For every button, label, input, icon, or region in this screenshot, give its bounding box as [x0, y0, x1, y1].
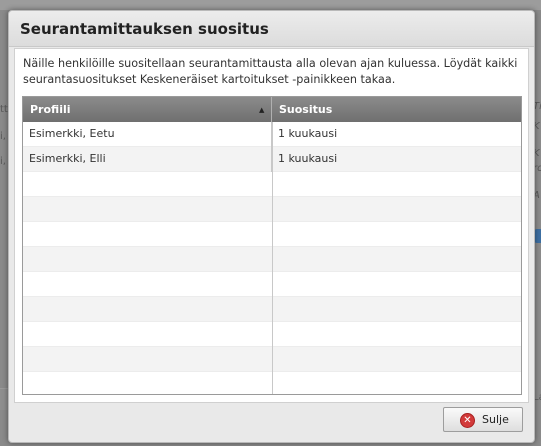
recommendation-cell: 1 kuukausi [278, 127, 338, 140]
column-header-recommendation[interactable]: Suositus [272, 97, 521, 122]
dialog-title: Seurantamittauksen suositus [20, 20, 269, 38]
background-left-text: tt [0, 104, 8, 115]
intro-text: Näille henkilöille suositellaan seuranta… [23, 57, 518, 86]
dialog-header[interactable]: Seurantamittauksen suositus [9, 11, 534, 47]
column-header-profile[interactable]: Profiili [23, 97, 272, 122]
recommendation-grid: Profiili ▲ Suositus Esimerkki, Eetu 1 ku… [22, 96, 522, 395]
background-left-text: i, [0, 131, 6, 142]
background-left-text: i, [0, 156, 6, 167]
info-icon [534, 229, 541, 243]
column-divider [272, 122, 273, 394]
background-top-strip [0, 0, 541, 10]
column-header-profile-label: Profiili [30, 103, 71, 116]
grid-header: Profiili ▲ Suositus [23, 97, 521, 122]
column-header-recommendation-label: Suositus [279, 103, 333, 116]
profile-cell: Esimerkki, Eetu [23, 122, 272, 147]
sort-ascending-icon[interactable]: ▲ [259, 106, 264, 114]
close-button-label: Sulje [482, 413, 509, 426]
recommendation-dialog: Seurantamittauksen suositus Näille henki… [8, 10, 535, 443]
recommendation-cell: 1 kuukausi [278, 152, 338, 165]
profile-cell: Esimerkki, Elli [23, 147, 272, 172]
close-icon: ✕ [460, 413, 475, 428]
dialog-content: Näille henkilöille suositellaan seuranta… [14, 48, 529, 403]
close-button[interactable]: ✕ Sulje [443, 407, 523, 432]
